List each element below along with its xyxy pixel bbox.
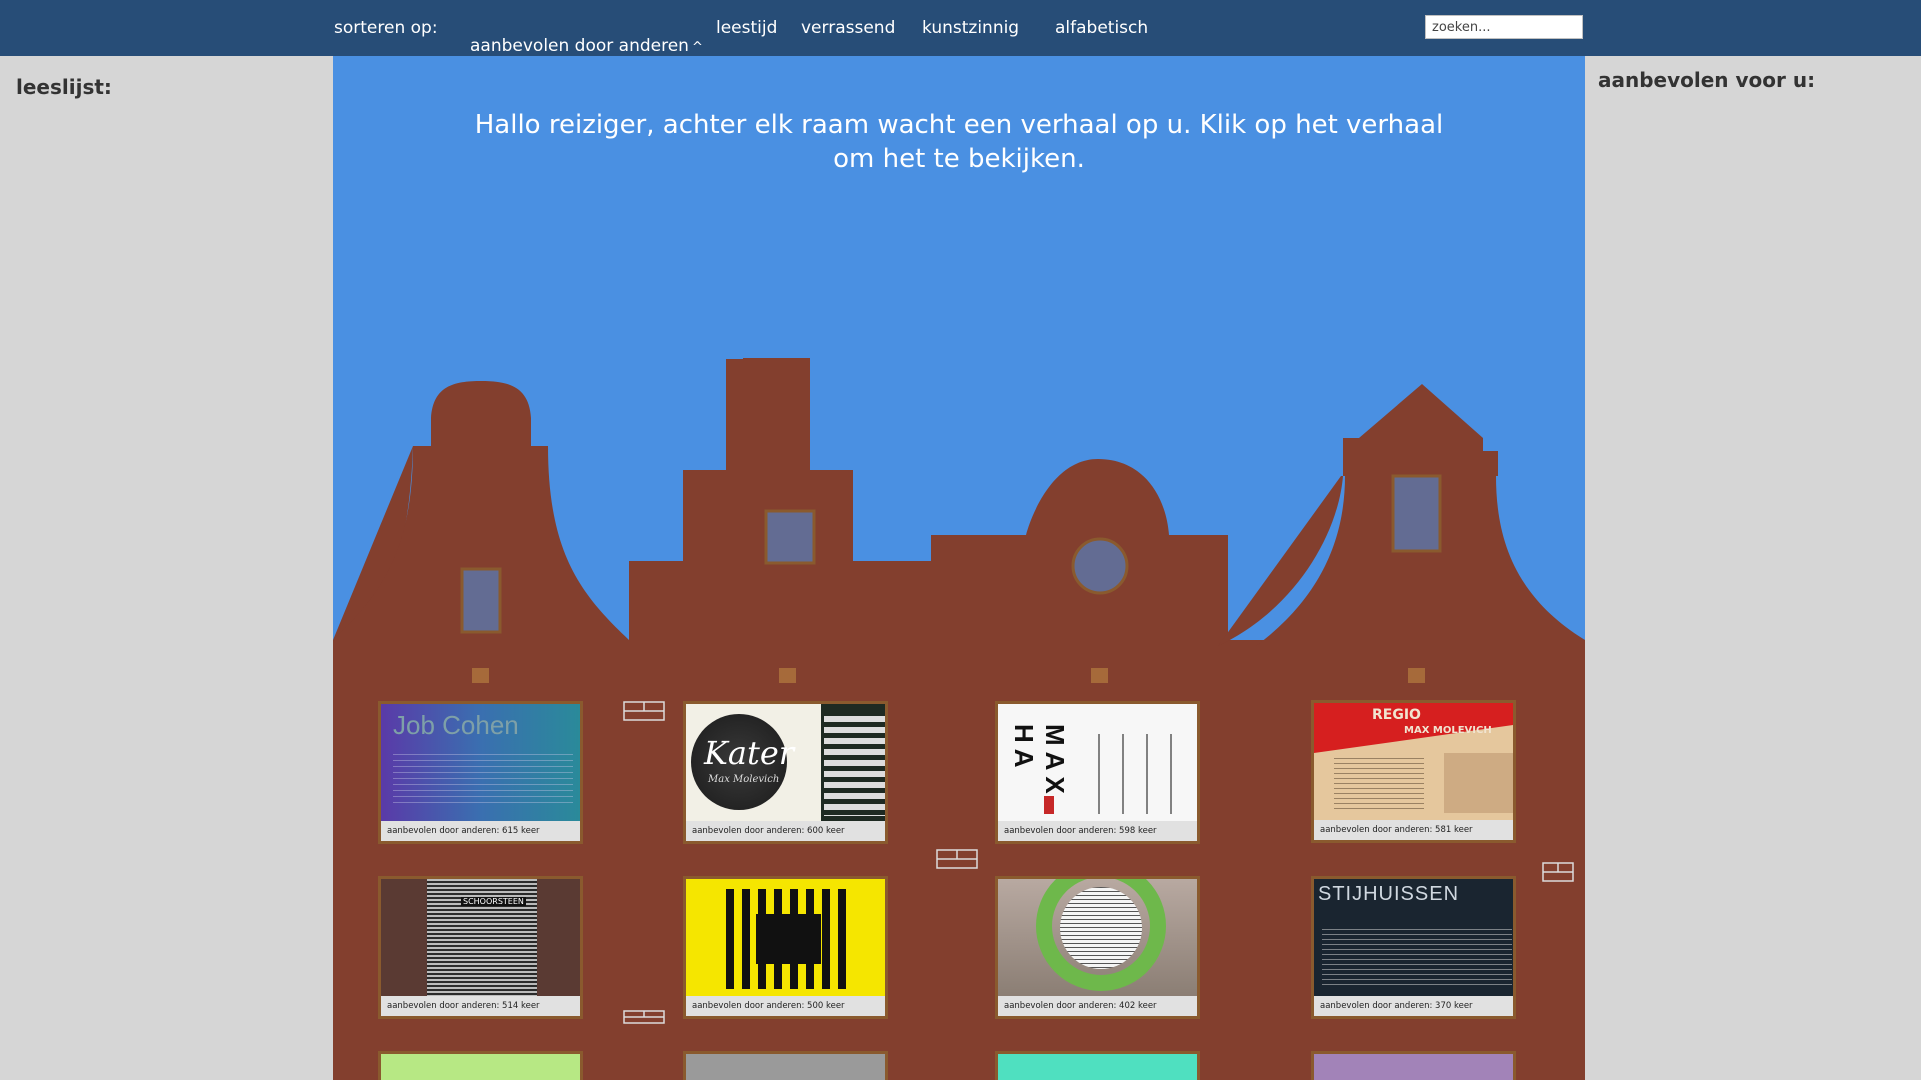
recommendation-count: aanbevolen door anderen: 402 keer — [998, 996, 1197, 1016]
story-thumbnail: Job Cohen — [381, 704, 580, 821]
welcome-message: Hallo reiziger, achter elk raam wacht ee… — [333, 108, 1585, 176]
story-window-card[interactable]: STIJHUISSEN aanbevolen door anderen: 370… — [1311, 876, 1516, 1019]
story-thumbnail-title: Job Cohen — [393, 710, 519, 740]
reading-list-title: leeslijst: — [16, 75, 112, 99]
sort-option-reading-time[interactable]: leestijd — [716, 0, 777, 56]
story-thumbnail-subtitle: Max Molevich — [708, 774, 780, 785]
story-window-card[interactable]: aanbevolen door anderen: 402 keer — [995, 876, 1200, 1019]
story-thumbnail-title: MAX HA — [1009, 724, 1070, 800]
recommendation-count: aanbevolen door anderen: 581 keer — [1314, 820, 1513, 840]
story-thumbnail-title: REGIO — [1372, 707, 1421, 723]
story-window-card[interactable] — [995, 1051, 1200, 1080]
story-thumbnail — [998, 879, 1197, 996]
recommendation-count: aanbevolen door anderen: 370 keer — [1314, 996, 1513, 1016]
story-thumbnail: Kater Max Molevich — [686, 704, 885, 821]
sort-option-alphabetical[interactable]: alfabetisch — [1055, 0, 1148, 56]
story-window-card[interactable]: Kater Max Molevich aanbevolen door ander… — [683, 701, 888, 844]
story-window-card[interactable]: MAX HA aanbevolen door anderen: 598 keer — [995, 701, 1200, 844]
story-window-card[interactable]: Job Cohen aanbevolen door anderen: 615 k… — [378, 701, 583, 844]
story-thumbnail: SCHOORSTEEN — [381, 879, 580, 996]
story-thumbnail-subtitle: MAX MOLEVICH — [1404, 725, 1492, 736]
story-thumbnail: REGIO MAX MOLEVICH — [1314, 703, 1513, 820]
recommendation-count: aanbevolen door anderen: 500 keer — [686, 996, 885, 1016]
sort-option-artistic[interactable]: kunstzinnig — [922, 0, 1019, 56]
recommendation-count: aanbevolen door anderen: 598 keer — [998, 821, 1197, 841]
story-houses-panel: Hallo reiziger, achter elk raam wacht ee… — [333, 56, 1585, 1080]
story-thumbnail-title: STIJHUISSEN — [1318, 883, 1460, 905]
recommendation-count: aanbevolen door anderen: 600 keer — [686, 821, 885, 841]
story-window-card[interactable]: aanbevolen door anderen: 500 keer — [683, 876, 888, 1019]
recommendation-count: aanbevolen door anderen: 615 keer — [381, 821, 580, 841]
story-thumbnail — [686, 879, 885, 996]
story-thumbnail-title: SCHOORSTEEN — [461, 897, 526, 906]
sort-option-recommended-label: aanbevolen door anderen — [470, 36, 689, 56]
story-thumbnail: MAX HA — [998, 704, 1197, 821]
story-window-card[interactable] — [683, 1051, 888, 1080]
recommendation-count: aanbevolen door anderen: 514 keer — [381, 996, 580, 1016]
story-thumbnail-title: Kater — [704, 734, 795, 772]
welcome-line-1: Hallo reiziger, achter elk raam wacht ee… — [474, 110, 1444, 140]
story-window-card[interactable]: REGIO MAX MOLEVICH aanbevolen door ander… — [1311, 700, 1516, 843]
story-window-card[interactable]: SCHOORSTEEN aanbevolen door anderen: 514… — [378, 876, 583, 1019]
story-window-card[interactable] — [1311, 1051, 1516, 1080]
sort-label: sorteren op: — [334, 18, 438, 38]
top-navigation-bar: sorteren op: aanbevolen door anderen ^ le… — [0, 0, 1921, 79]
story-window-card[interactable] — [378, 1051, 583, 1080]
welcome-line-2: om het te bekijken. — [833, 144, 1085, 174]
recommended-for-you-title: aanbevolen voor u: — [1598, 68, 1816, 92]
sort-option-surprising[interactable]: verrassend — [801, 0, 895, 56]
story-thumbnail: STIJHUISSEN — [1314, 879, 1513, 996]
search-input[interactable] — [1425, 15, 1583, 39]
